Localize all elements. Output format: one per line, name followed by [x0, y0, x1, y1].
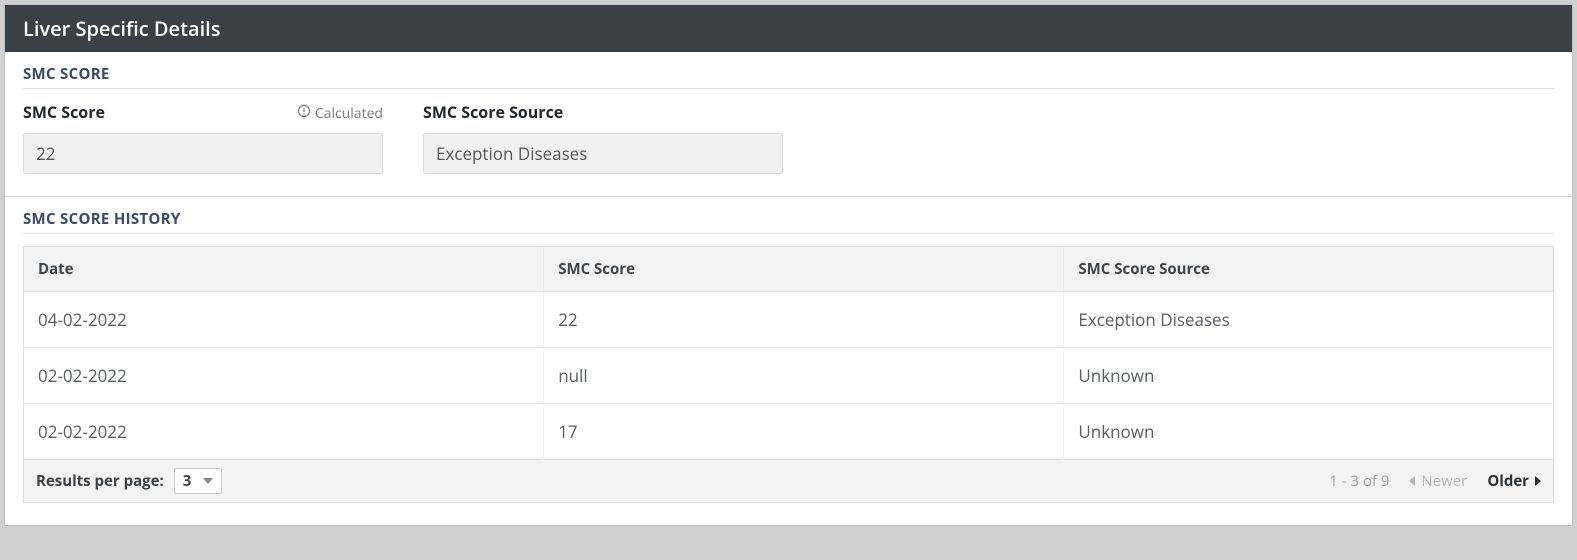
- history-table: Date SMC Score SMC Score Source 04-02-20…: [23, 246, 1554, 460]
- pager-older[interactable]: Older: [1487, 471, 1541, 491]
- pager-range: 1 - 3 of 9: [1329, 471, 1389, 491]
- smc-score-label: SMC Score: [23, 101, 105, 123]
- results-per-page-select[interactable]: 3: [174, 468, 223, 494]
- smc-score-field: SMC Score Calculated: [23, 101, 383, 174]
- info-icon: [297, 104, 311, 123]
- cell-source: Unknown: [1064, 404, 1554, 460]
- cell-score: 17: [544, 404, 1064, 460]
- calculated-hint: Calculated: [297, 104, 383, 123]
- chevron-right-icon: [1535, 476, 1541, 486]
- smc-score-source-label: SMC Score Source: [423, 101, 563, 123]
- smc-score-fields: SMC Score Calculated: [23, 101, 1554, 174]
- cell-source: Exception Diseases: [1064, 292, 1554, 348]
- smc-score-source-label-row: SMC Score Source: [423, 101, 783, 123]
- cell-score: null: [544, 348, 1064, 404]
- smc-score-source-field: SMC Score Source Exception Diseases: [423, 101, 783, 174]
- chevron-left-icon: [1409, 476, 1415, 486]
- table-header-row: Date SMC Score SMC Score Source: [24, 247, 1554, 292]
- cell-date: 02-02-2022: [24, 404, 544, 460]
- col-header-source[interactable]: SMC Score Source: [1064, 247, 1554, 292]
- table-row: 04-02-2022 22 Exception Diseases: [24, 292, 1554, 348]
- table-footer: Results per page: 3 1 - 3 of 9 Newer Old…: [23, 460, 1554, 503]
- cell-date: 02-02-2022: [24, 348, 544, 404]
- smc-score-label-row: SMC Score Calculated: [23, 101, 383, 123]
- panel-body: SMC SCORE SMC Score: [5, 52, 1572, 525]
- results-per-page-label: Results per page:: [36, 471, 164, 491]
- table-row: 02-02-2022 17 Unknown: [24, 404, 1554, 460]
- pager: 1 - 3 of 9 Newer Older: [1329, 471, 1541, 491]
- smc-score-section: SMC SCORE SMC Score: [5, 52, 1572, 196]
- cell-date: 04-02-2022: [24, 292, 544, 348]
- pager-older-label: Older: [1487, 471, 1529, 491]
- results-per-page: Results per page: 3: [36, 468, 222, 494]
- panel-title: Liver Specific Details: [5, 5, 1572, 52]
- cell-source: Unknown: [1064, 348, 1554, 404]
- col-header-date[interactable]: Date: [24, 247, 544, 292]
- results-per-page-value: 3: [183, 471, 192, 491]
- cell-score: 22: [544, 292, 1064, 348]
- smc-score-value: 22: [23, 133, 383, 174]
- smc-score-history-title: SMC SCORE HISTORY: [23, 209, 1554, 234]
- smc-score-history-section: SMC SCORE HISTORY Date SMC Score SMC Sco…: [5, 196, 1572, 525]
- smc-score-section-title: SMC SCORE: [23, 64, 1554, 89]
- caret-down-icon: [203, 478, 213, 484]
- pager-newer-label: Newer: [1421, 471, 1467, 491]
- smc-score-source-value: Exception Diseases: [423, 133, 783, 174]
- liver-details-panel: Liver Specific Details SMC SCORE SMC Sco…: [4, 4, 1573, 526]
- col-header-score[interactable]: SMC Score: [544, 247, 1064, 292]
- pager-newer: Newer: [1409, 471, 1467, 491]
- table-row: 02-02-2022 null Unknown: [24, 348, 1554, 404]
- calculated-hint-text: Calculated: [315, 104, 383, 123]
